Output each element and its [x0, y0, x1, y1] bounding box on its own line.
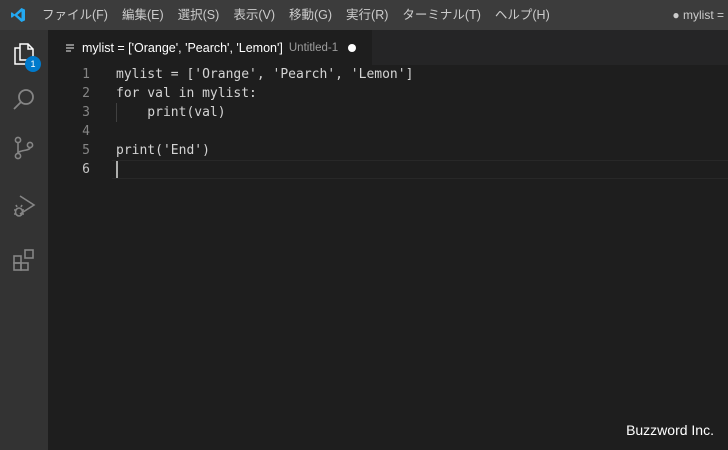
code-line: 2 for val in mylist:	[48, 84, 728, 103]
unsaved-dot-icon[interactable]	[348, 43, 357, 52]
menu-file[interactable]: ファイル(F)	[35, 0, 115, 30]
line-number: 4	[82, 124, 90, 139]
line-code: print(val)	[116, 105, 226, 120]
code-line: 3 print(val)	[48, 103, 728, 122]
menu-edit[interactable]: 編集(E)	[115, 0, 171, 30]
search-icon	[11, 87, 37, 118]
text-cursor	[116, 161, 118, 178]
menu-help[interactable]: ヘルプ(H)	[488, 0, 557, 30]
activity-bar: 1	[0, 30, 48, 450]
tab-title: mylist = ['Orange', 'Pearch', 'Lemon']	[82, 40, 283, 55]
line-code: for val in mylist:	[116, 86, 257, 101]
extensions-icon	[11, 247, 37, 278]
search-button[interactable]	[0, 78, 48, 126]
title-bar: ファイル(F) 編集(E) 選択(S) 表示(V) 移動(G) 実行(R) ター…	[0, 0, 728, 30]
plaintext-file-icon	[63, 41, 77, 55]
explorer-button[interactable]: 1	[0, 30, 48, 78]
code-editor[interactable]: 1 mylist = ['Orange', 'Pearch', 'Lemon']…	[48, 65, 728, 450]
line-number: 1	[82, 67, 90, 82]
code-line: 5 print('End')	[48, 141, 728, 160]
extensions-button[interactable]	[0, 238, 48, 286]
run-debug-button[interactable]	[0, 184, 48, 232]
menu-terminal[interactable]: ターミナル(T)	[395, 0, 487, 30]
line-number: 5	[82, 143, 90, 158]
code-line: 1 mylist = ['Orange', 'Pearch', 'Lemon']	[48, 65, 728, 84]
menu-go[interactable]: 移動(G)	[282, 0, 339, 30]
tab-untitled-1[interactable]: mylist = ['Orange', 'Pearch', 'Lemon'] U…	[48, 30, 372, 65]
line-code: mylist = ['Orange', 'Pearch', 'Lemon']	[116, 67, 414, 82]
run-debug-icon	[11, 193, 37, 224]
source-control-icon	[11, 135, 37, 166]
window-title: ● mylist =	[672, 8, 724, 22]
code-line-current: 6	[48, 160, 728, 179]
line-number: 2	[82, 86, 90, 101]
menu-selection[interactable]: 選択(S)	[171, 0, 227, 30]
menu-run[interactable]: 実行(R)	[339, 0, 395, 30]
menu-bar: ファイル(F) 編集(E) 選択(S) 表示(V) 移動(G) 実行(R) ター…	[35, 0, 557, 30]
watermark: Buzzword Inc.	[626, 422, 714, 438]
tab-bar: mylist = ['Orange', 'Pearch', 'Lemon'] U…	[48, 30, 728, 65]
tab-description: Untitled-1	[288, 41, 339, 54]
code-line: 4	[48, 122, 728, 141]
line-number: 3	[82, 105, 90, 120]
explorer-badge: 1	[25, 56, 41, 72]
line-code: print('End')	[116, 143, 210, 158]
line-number: 6	[82, 162, 90, 177]
vscode-logo-icon[interactable]	[0, 0, 35, 30]
menu-view[interactable]: 表示(V)	[226, 0, 282, 30]
source-control-button[interactable]	[0, 126, 48, 174]
